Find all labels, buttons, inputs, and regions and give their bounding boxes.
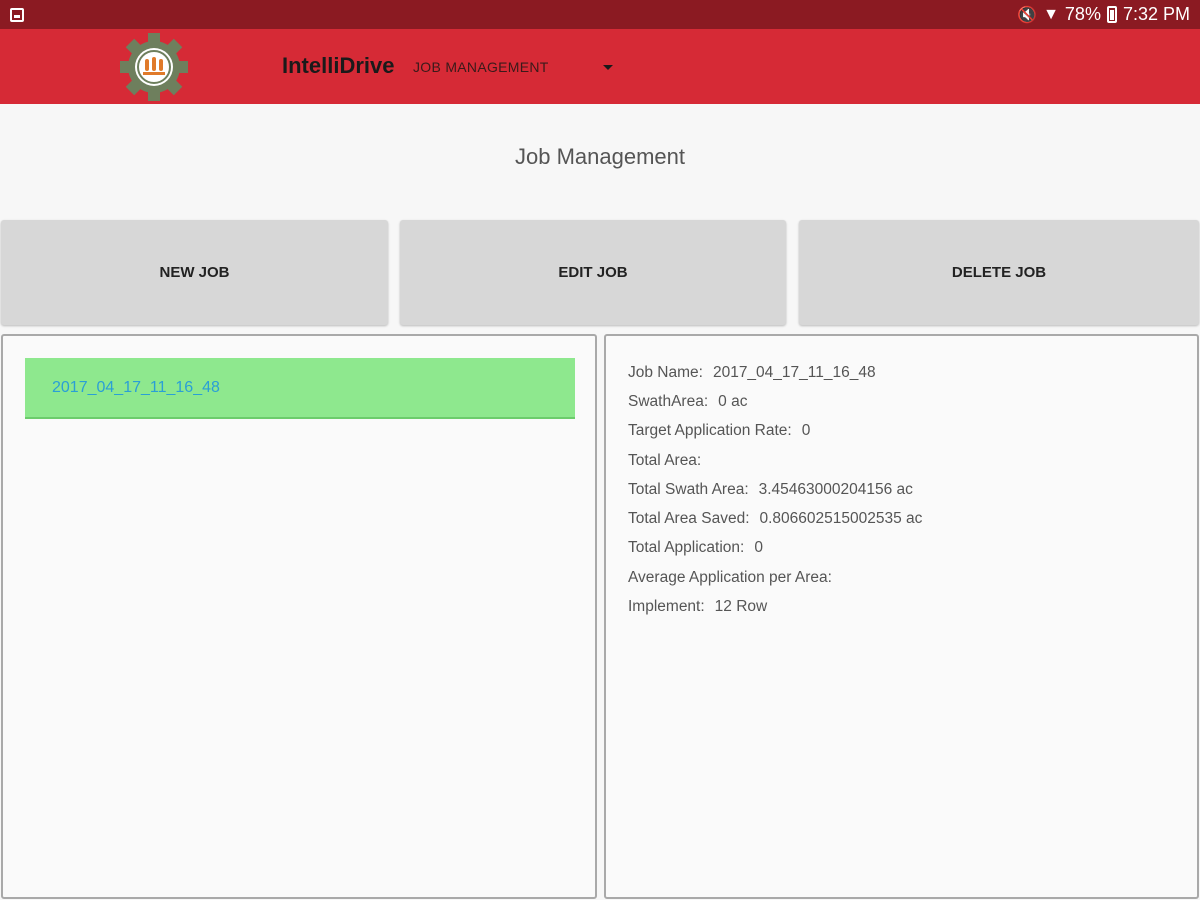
delete-job-button[interactable]: DELETE JOB	[799, 220, 1199, 325]
mute-icon: 🔇	[1017, 6, 1038, 24]
job-details: Job Name: 2017_04_17_11_16_48 SwathArea:…	[628, 358, 922, 622]
detail-label: Total Application:	[628, 539, 745, 557]
detail-row-total-area: Total Area:	[628, 446, 922, 475]
detail-row-average-application: Average Application per Area:	[628, 563, 922, 592]
detail-label: SwathArea:	[628, 392, 709, 410]
job-list-panel: 2017_04_17_11_16_48	[1, 334, 597, 899]
detail-value: 0	[754, 539, 763, 557]
edit-job-button[interactable]: EDIT JOB	[400, 220, 786, 325]
app-title: IntelliDrive	[282, 53, 395, 78]
wifi-icon: ▼	[1043, 5, 1059, 23]
dropdown-arrow-icon	[603, 64, 613, 70]
detail-row-swath-area: SwathArea: 0 ac	[628, 387, 922, 416]
detail-value: 12 Row	[714, 598, 768, 616]
detail-label: Total Swath Area:	[628, 480, 749, 498]
navigation-dropdown[interactable]: JOB MANAGEMENT	[413, 55, 623, 79]
detail-row-total-area-saved: Total Area Saved: 0.806602515002535 ac	[628, 504, 922, 533]
status-bar: 🔇 ▼ 78% 7:32 PM	[0, 0, 1200, 29]
detail-label: Implement:	[628, 598, 705, 616]
detail-label: Total Area Saved:	[628, 510, 750, 528]
detail-row-job-name: Job Name: 2017_04_17_11_16_48	[628, 358, 922, 387]
detail-value: 0	[801, 422, 811, 440]
detail-row-total-swath-area: Total Swath Area: 3.45463000204156 ac	[628, 475, 922, 504]
battery-percent: 78%	[1064, 4, 1101, 24]
status-right: 🔇 ▼ 78% 7:32 PM	[1017, 4, 1190, 25]
status-left	[10, 7, 24, 22]
detail-value: 3.45463000204156 ac	[758, 480, 913, 498]
detail-label: Target Application Rate:	[628, 422, 792, 440]
detail-label: Total Area:	[628, 451, 702, 469]
detail-label: Job Name:	[628, 363, 703, 381]
detail-row-implement: Implement: 12 Row	[628, 592, 922, 621]
detail-value: 2017_04_17_11_16_48	[712, 363, 876, 381]
detail-row-total-application: Total Application: 0	[628, 534, 922, 563]
battery-icon	[1106, 6, 1117, 23]
detail-value: 0.806602515002535 ac	[759, 510, 923, 528]
detail-row-target-application-rate: Target Application Rate: 0	[628, 417, 922, 446]
clock: 7:32 PM	[1122, 4, 1190, 24]
job-details-panel: Job Name: 2017_04_17_11_16_48 SwathArea:…	[604, 334, 1199, 899]
app-bar: IntelliDrive JOB MANAGEMENT	[0, 29, 1200, 104]
page-title: Job Management	[515, 144, 685, 169]
new-job-button[interactable]: NEW JOB	[1, 220, 388, 325]
job-list-item-selected[interactable]: 2017_04_17_11_16_48	[25, 358, 575, 419]
detail-value: 0 ac	[718, 392, 748, 410]
notification-icon	[10, 7, 24, 22]
detail-label: Average Application per Area:	[628, 568, 832, 586]
navigation-dropdown-label: JOB MANAGEMENT	[413, 59, 549, 75]
gear-logo-icon	[120, 33, 188, 101]
